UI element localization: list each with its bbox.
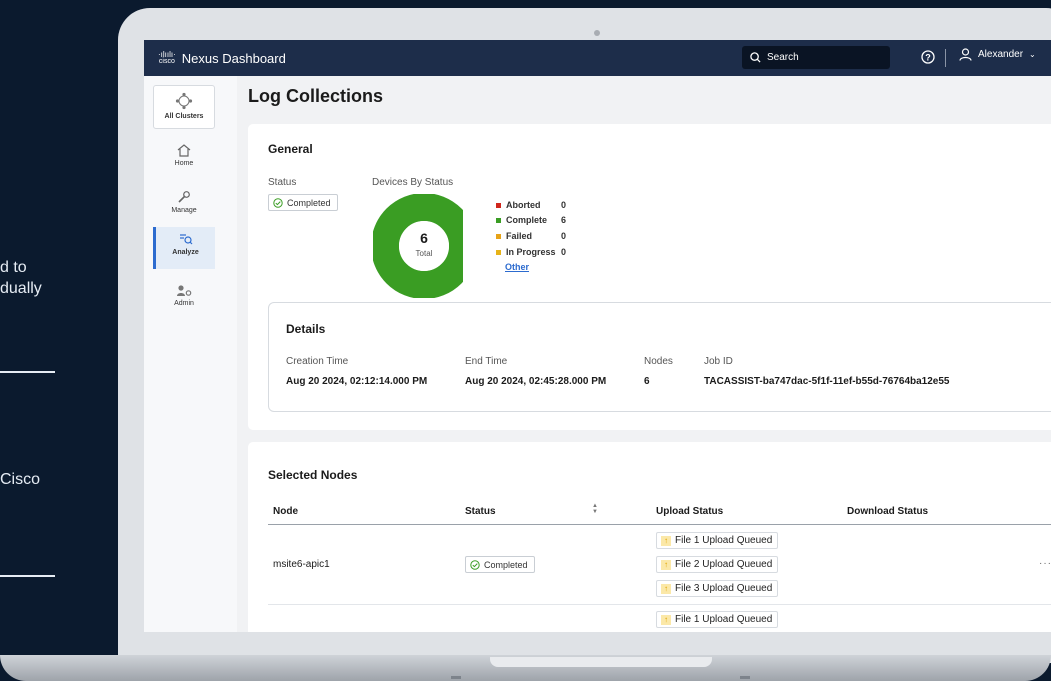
analyze-icon: [179, 234, 192, 245]
nav-admin[interactable]: Admin: [153, 284, 215, 307]
nav-all-clusters[interactable]: All Clusters: [153, 85, 215, 129]
status-label: Status: [268, 177, 297, 188]
legend-swatch: [496, 217, 501, 223]
table-header-rule: [268, 524, 1051, 525]
column-header-download-status[interactable]: Download Status: [847, 506, 928, 517]
legend-swatch: [496, 249, 501, 255]
side-divider-2: [0, 575, 55, 577]
creation-time-value: Aug 20 2024, 02:12:14.000 PM: [286, 376, 428, 387]
admin-icon: [177, 285, 192, 296]
end-time-label: End Time: [465, 356, 508, 367]
legend-in-progress: In Progress 0: [496, 247, 566, 257]
help-icon[interactable]: ?: [921, 50, 935, 64]
cluster-icon: [175, 92, 193, 110]
nav-home[interactable]: Home: [153, 144, 215, 167]
donut-total-label: Total: [415, 249, 433, 258]
cisco-logo-icon: ·ılıılı· cisco: [158, 50, 176, 66]
user-name: Alexander: [978, 49, 1024, 60]
column-header-status[interactable]: Status: [465, 506, 496, 517]
app-name: Nexus Dashboard: [181, 50, 286, 66]
job-id-value: TACASSIST-ba747dac-5f1f-11ef-b55d-76764b…: [704, 376, 950, 387]
laptop-foot: [451, 676, 461, 679]
nav-manage[interactable]: Manage: [153, 190, 215, 214]
chevron-down-icon: ⌄: [1029, 50, 1036, 59]
upload-arrow-icon: ↑: [661, 614, 671, 625]
side-text-line2: dually: [0, 280, 42, 297]
end-time-value: Aug 20 2024, 02:45:28.000 PM: [465, 376, 607, 387]
search-label: Search: [767, 52, 799, 63]
check-circle-icon: [470, 559, 480, 570]
sort-icon[interactable]: ▲ ▼: [592, 503, 598, 515]
wrench-icon: [178, 191, 190, 203]
nodes-label: Nodes: [644, 356, 673, 367]
general-heading: General: [268, 142, 313, 156]
details-heading: Details: [286, 322, 326, 336]
check-circle-icon: [273, 197, 283, 208]
upload-arrow-icon: ↑: [661, 559, 671, 570]
brand[interactable]: ·ılıılı· cisco Nexus Dashboard: [158, 51, 286, 66]
donut-center: [399, 221, 449, 271]
webcam: [594, 30, 600, 36]
user-menu[interactable]: Alexander ⌄: [959, 48, 1036, 61]
side-divider-1: [0, 371, 55, 373]
legend-failed: Failed 0: [496, 231, 566, 241]
laptop-hinge-notch: [490, 657, 712, 667]
table-row-rule: [268, 604, 1051, 605]
upload-arrow-icon: ↑: [661, 535, 671, 546]
upload-status-badge: ↑ File 1 Upload Queued: [656, 611, 779, 628]
creation-time-label: Creation Time: [286, 356, 349, 367]
upload-status-badge: ↑ File 1 Upload Queued: [656, 532, 779, 549]
column-header-upload-status[interactable]: Upload Status: [656, 506, 723, 517]
job-id-label: Job ID: [704, 356, 733, 367]
legend-swatch: [496, 202, 501, 208]
devices-by-status-label: Devices By Status: [372, 177, 454, 188]
selected-nodes-heading: Selected Nodes: [268, 468, 358, 482]
top-bar: ·ılıılı· cisco Nexus Dashboard Search ? …: [144, 40, 1051, 76]
legend-swatch: [496, 233, 501, 239]
upload-arrow-icon: ↑: [661, 583, 671, 594]
side-text-line1: d to: [0, 259, 27, 276]
donut-total-value: 6: [420, 230, 428, 246]
nav-analyze[interactable]: Analyze: [153, 227, 215, 269]
node-name: msite6-apic1: [273, 559, 330, 570]
row-status-badge: Completed: [465, 556, 535, 573]
search-box[interactable]: Search: [742, 46, 890, 69]
left-nav: All Clusters Home Manage Analyze Admin: [144, 76, 237, 632]
side-text-line3: Cisco: [0, 471, 41, 488]
status-badge: Completed: [268, 194, 338, 211]
app-screen: ·ılıılı· cisco Nexus Dashboard Search ? …: [144, 40, 1051, 632]
user-icon: [959, 48, 972, 61]
devices-donut-chart: [373, 194, 463, 298]
upload-status-badge: ↑ File 3 Upload Queued: [656, 580, 779, 597]
upload-status-badge: ↑ File 2 Upload Queued: [656, 556, 779, 573]
svg-text:?: ?: [925, 53, 931, 63]
other-link[interactable]: Other: [505, 262, 529, 272]
home-icon: [177, 144, 191, 157]
page-title: Log Collections: [248, 86, 383, 106]
nodes-value: 6: [644, 376, 650, 387]
topbar-divider: [945, 49, 946, 67]
search-icon: [750, 52, 761, 63]
row-actions-icon[interactable]: ···: [1039, 558, 1051, 569]
legend-complete: Complete 6: [496, 215, 566, 225]
column-header-node[interactable]: Node: [273, 506, 298, 517]
laptop-foot: [740, 676, 750, 679]
legend-aborted: Aborted 0: [496, 200, 566, 210]
